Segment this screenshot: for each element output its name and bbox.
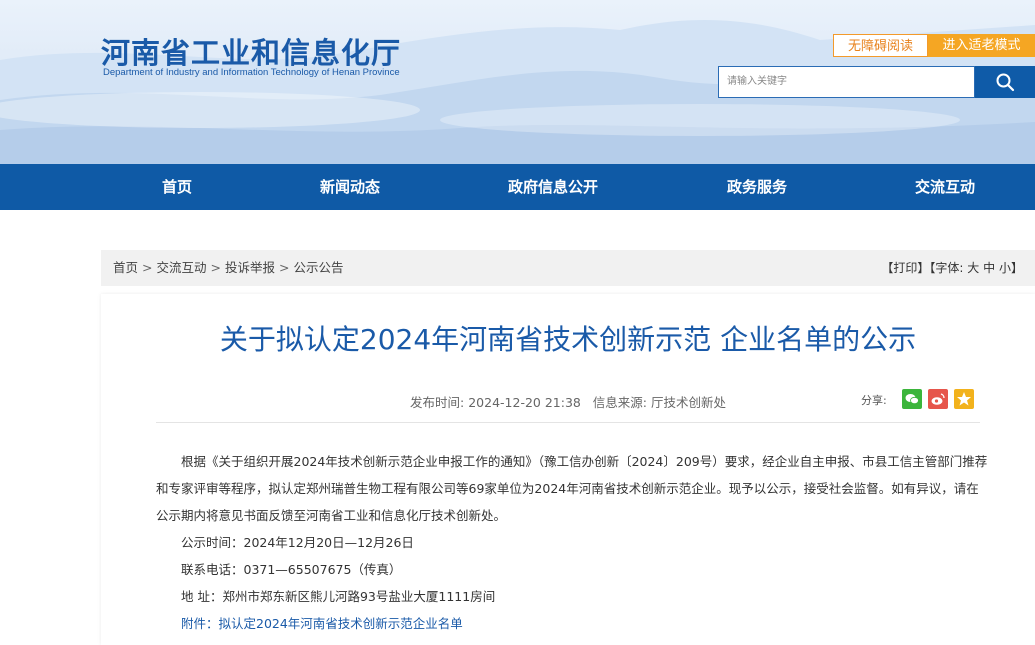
breadcrumb-complaints[interactable]: 投诉举报 bbox=[225, 260, 275, 275]
font-large-link[interactable]: 大 bbox=[967, 261, 979, 275]
print-link[interactable]: 【打印】 bbox=[881, 261, 929, 275]
meta-divider bbox=[156, 422, 980, 423]
search-icon bbox=[996, 73, 1015, 92]
notice-period: 公示时间：2024年12月20日—12月26日 bbox=[181, 535, 414, 550]
nav-item-gov-info[interactable]: 政府信息公开 bbox=[508, 164, 598, 210]
breadcrumb-separator: > bbox=[210, 260, 221, 275]
elder-mode-button[interactable]: 进入适老模式 bbox=[928, 34, 1035, 57]
article-title: 关于拟认定2024年河南省技术创新示范 企业名单的公示 bbox=[219, 323, 917, 356]
breadcrumb-separator: > bbox=[142, 260, 153, 275]
breadcrumb-bar: 首页 > 交流互动 > 投诉举报 > 公示公告 【打印】【字体: 大 中 小】 bbox=[101, 250, 1035, 286]
nav-item-news[interactable]: 新闻动态 bbox=[320, 164, 380, 210]
page-tools: 【打印】【字体: 大 中 小】 bbox=[881, 250, 1023, 286]
font-size-close: 】 bbox=[1010, 261, 1023, 275]
contact-phone: 联系电话：0371—65507675（传真） bbox=[181, 562, 402, 577]
breadcrumb-notices[interactable]: 公示公告 bbox=[294, 260, 344, 275]
contact-address: 地 址：郑州市郑东新区熊儿河路93号盐业大厦1111房间 bbox=[181, 589, 496, 604]
site-title[interactable]: 河南省工业和信息化厅 bbox=[101, 30, 401, 72]
weibo-share-button[interactable] bbox=[928, 389, 948, 409]
accessibility-button[interactable]: 无障碍阅读 bbox=[833, 34, 928, 57]
wechat-share-button[interactable] bbox=[902, 389, 922, 409]
weibo-icon bbox=[931, 393, 945, 405]
site-subtitle: Department of Industry and Information T… bbox=[103, 67, 400, 78]
breadcrumb-interaction[interactable]: 交流互动 bbox=[157, 260, 207, 275]
breadcrumb: 首页 > 交流互动 > 投诉举报 > 公示公告 bbox=[113, 250, 344, 286]
favorite-share-button[interactable] bbox=[954, 389, 974, 409]
search-button[interactable] bbox=[975, 66, 1035, 98]
nav-item-services[interactable]: 政务服务 bbox=[727, 164, 787, 210]
breadcrumb-separator: > bbox=[279, 260, 290, 275]
share-label: 分享: bbox=[861, 394, 887, 407]
article-meta: 发布时间: 2024-12-20 21:38 信息来源: 厅技术创新处 bbox=[101, 392, 1035, 411]
nav-item-interaction[interactable]: 交流互动 bbox=[915, 164, 975, 210]
font-medium-link[interactable]: 中 bbox=[983, 261, 995, 275]
main-nav: 首页 新闻动态 政府信息公开 政务服务 交流互动 bbox=[0, 164, 1035, 210]
article-panel: 关于拟认定2024年河南省技术创新示范 企业名单的公示 发布时间: 2024-1… bbox=[101, 294, 1035, 645]
wechat-icon bbox=[905, 394, 919, 405]
article-paragraph: 根据《关于组织开展2024年技术创新示范企业申报工作的通知》（豫工信办创新〔20… bbox=[156, 454, 988, 523]
info-source: 信息来源: 厅技术创新处 bbox=[592, 395, 726, 410]
article-body: 根据《关于组织开展2024年技术创新示范企业申报工作的通知》（豫工信办创新〔20… bbox=[156, 448, 988, 637]
attachment-link[interactable]: 附件：拟认定2024年河南省技术创新示范企业名单 bbox=[156, 610, 988, 637]
star-icon bbox=[957, 392, 971, 406]
header-banner: 河南省工业和信息化厅 Department of Industry and In… bbox=[0, 0, 1035, 164]
publish-time: 发布时间: 2024-12-20 21:38 bbox=[410, 395, 581, 410]
nav-item-home[interactable]: 首页 bbox=[162, 164, 192, 210]
breadcrumb-home[interactable]: 首页 bbox=[113, 260, 138, 275]
search-input[interactable]: 请输入关键字 bbox=[718, 66, 975, 98]
font-size-label: 【字体: bbox=[929, 261, 964, 275]
font-small-link[interactable]: 小 bbox=[999, 261, 1011, 275]
